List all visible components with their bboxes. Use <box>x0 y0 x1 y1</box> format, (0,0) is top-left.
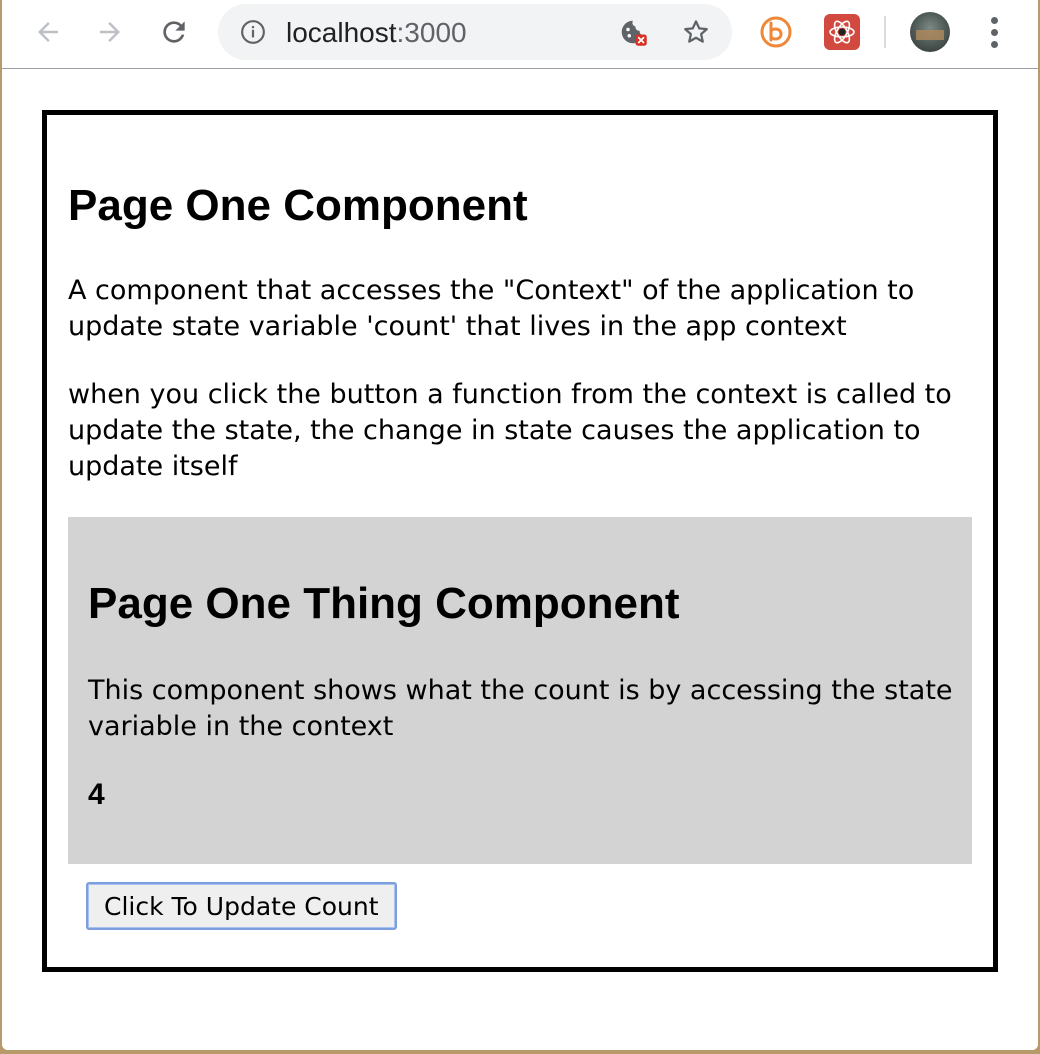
page-one-thing-component: Page One Thing Component This component … <box>68 517 972 864</box>
count-value: 4 <box>88 778 105 811</box>
page-one-component: Page One Component A component that acce… <box>42 110 998 972</box>
menu-dot <box>990 28 998 36</box>
arrow-left-icon <box>38 22 58 42</box>
menu-dot <box>990 40 998 48</box>
avatar[interactable] <box>910 12 950 52</box>
more-vertical-icon[interactable] <box>980 14 1008 50</box>
menu-dot <box>990 16 998 24</box>
page-one-thing-title: Page One Thing Component <box>88 579 680 628</box>
cookie-blocked-icon[interactable] <box>618 17 648 47</box>
star-icon[interactable] <box>681 17 711 47</box>
reload-button[interactable] <box>156 14 192 50</box>
forward-button[interactable] <box>92 14 128 50</box>
back-button[interactable] <box>30 14 66 50</box>
url-host: localhost <box>286 17 397 48</box>
browser-window: localhost:3000 Page One Component A comp… <box>2 0 1038 1050</box>
page-one-title: Page One Component <box>68 181 528 230</box>
page-content: Page One Component A component that acce… <box>2 69 1038 1050</box>
info-icon[interactable] <box>240 19 266 45</box>
toolbar-divider <box>884 16 886 48</box>
page-one-explanation: when you click the button a function fro… <box>68 379 952 482</box>
url-port: :3000 <box>396 17 467 48</box>
url-text[interactable]: localhost:3000 <box>286 17 467 49</box>
browser-toolbar: localhost:3000 <box>2 0 1038 69</box>
update-count-button[interactable]: Click To Update Count <box>86 882 397 930</box>
arrow-right-icon <box>100 22 120 42</box>
react-devtools-icon[interactable] <box>824 14 860 50</box>
page-one-description: A component that accesses the "Context" … <box>68 275 915 342</box>
page-one-thing-description: This component shows what the count is b… <box>88 675 953 742</box>
address-bar[interactable]: localhost:3000 <box>218 4 732 60</box>
reload-icon <box>163 21 185 43</box>
b-extension-icon[interactable] <box>758 14 794 50</box>
